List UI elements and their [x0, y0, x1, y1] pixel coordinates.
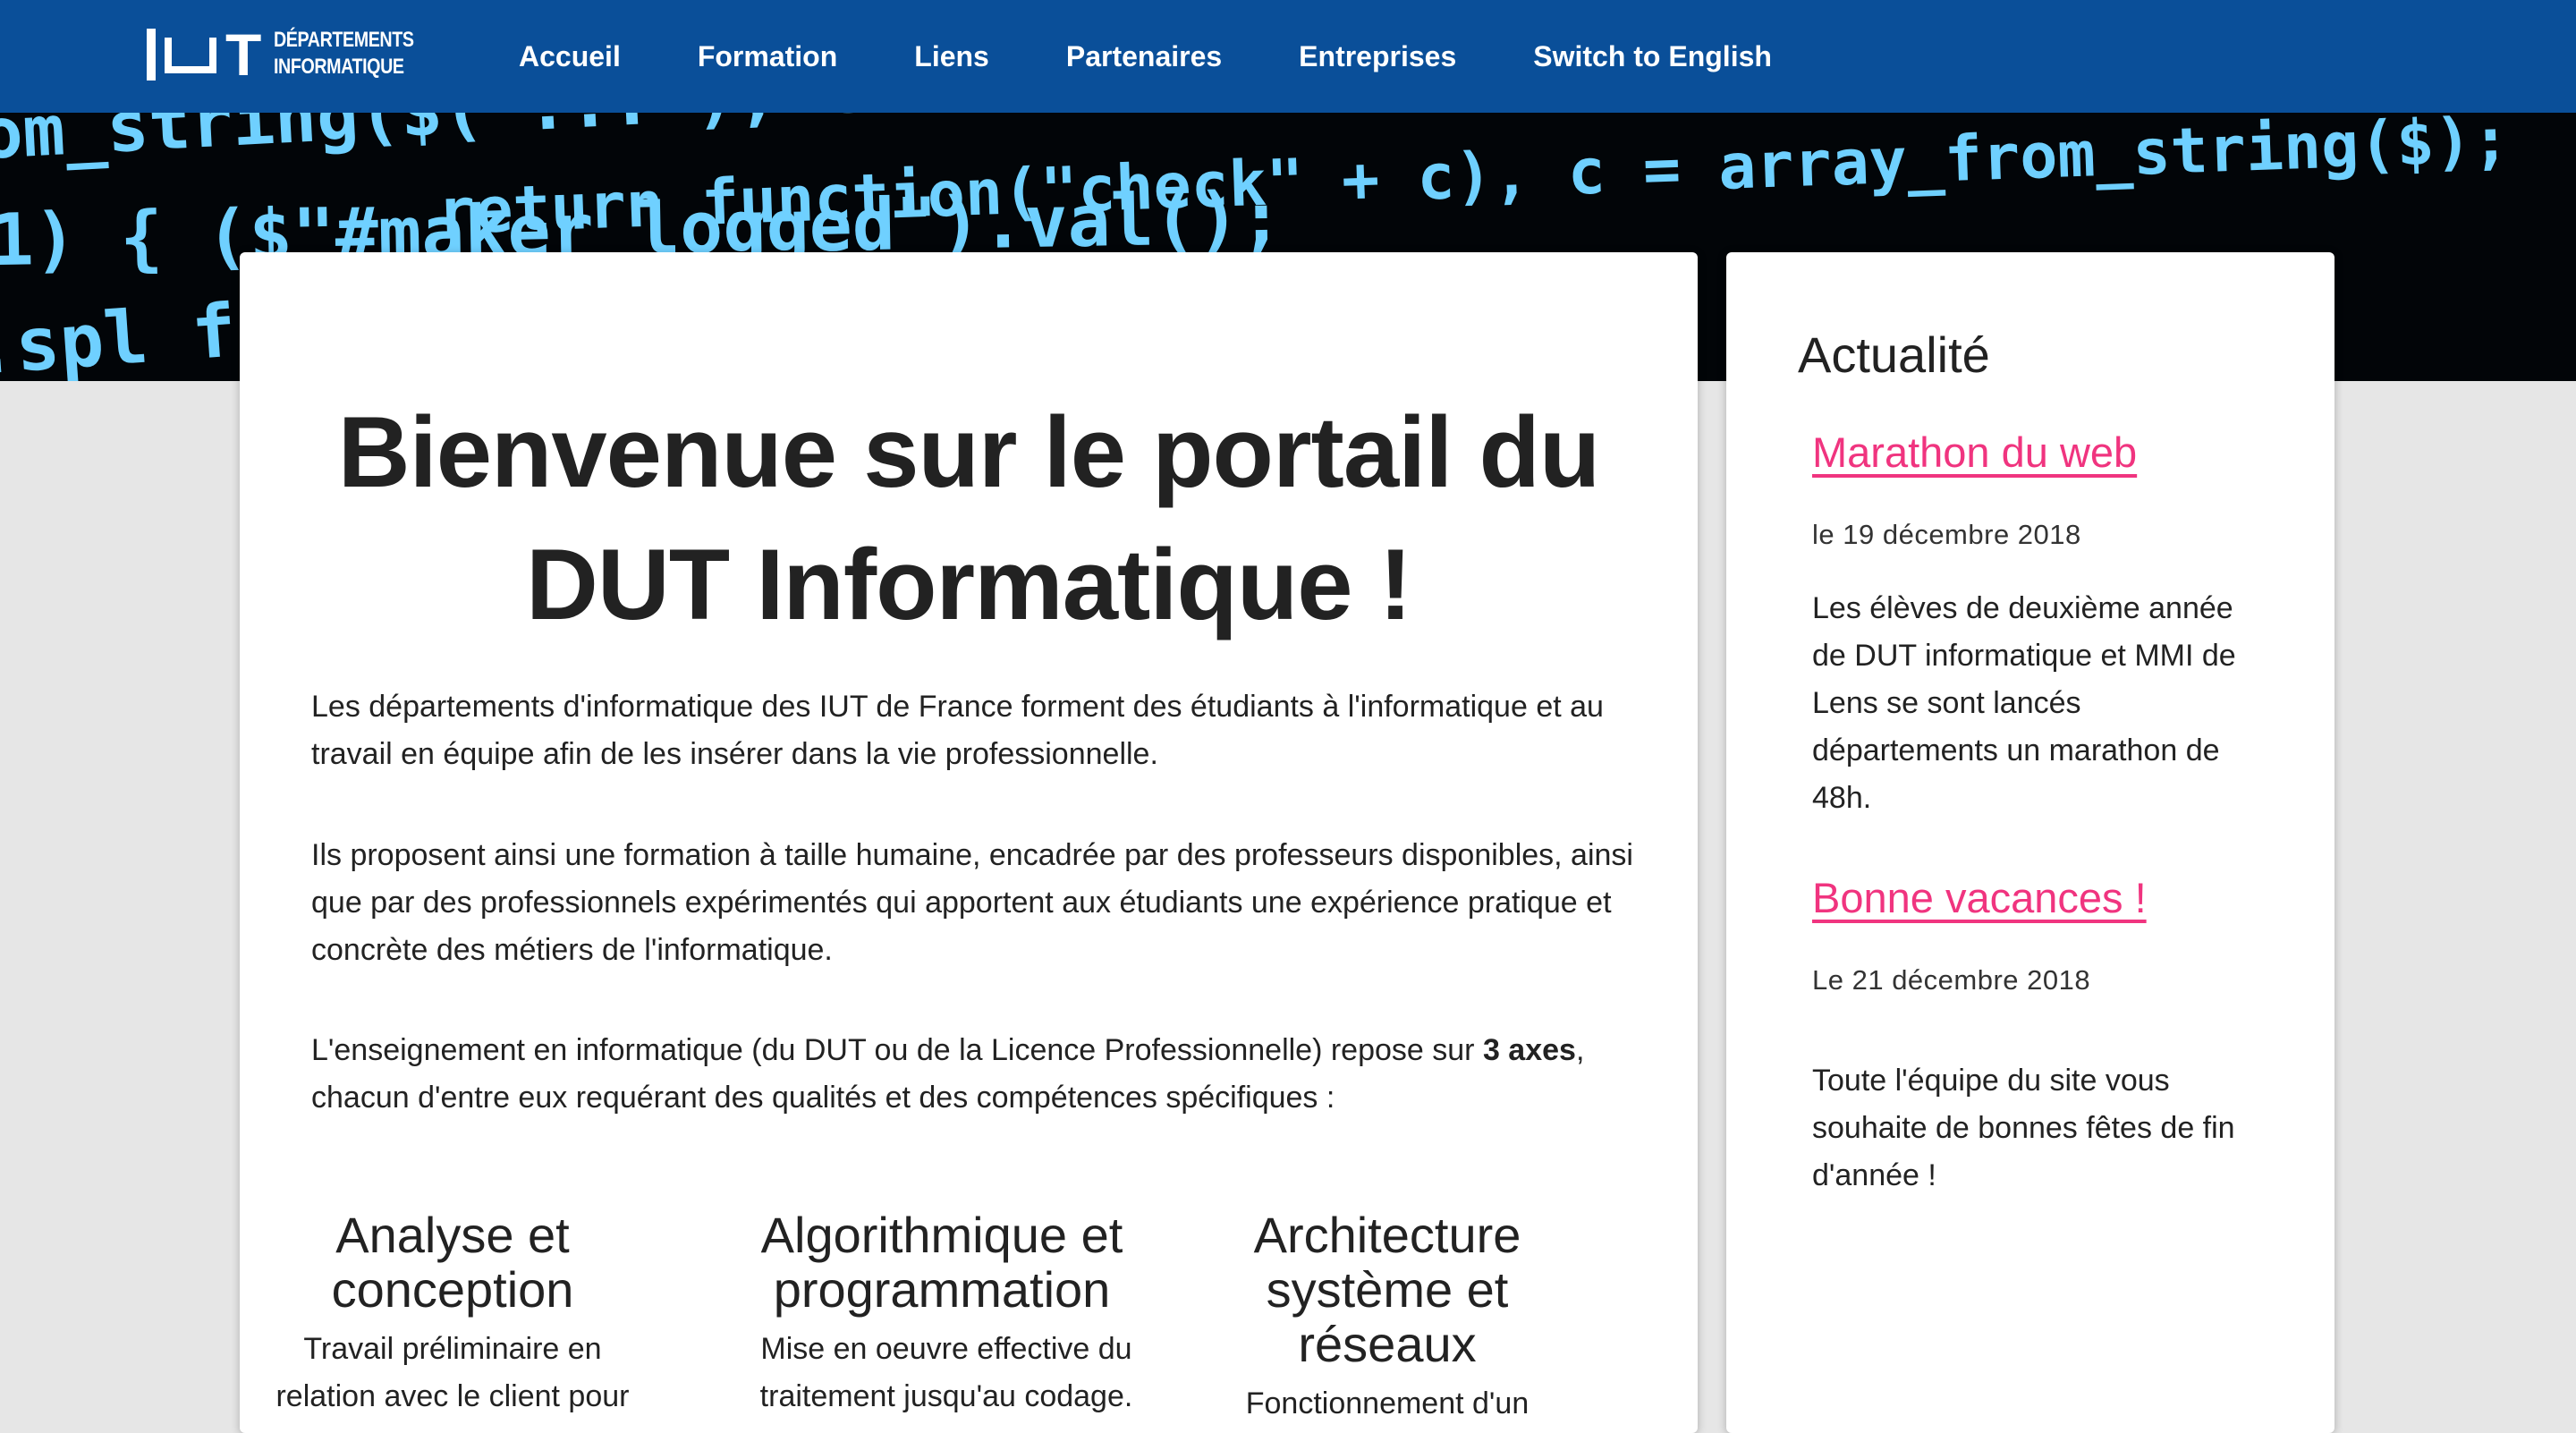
iut-logo[interactable]: T DÉPARTEMENTS INFORMATIQUE — [147, 21, 445, 86]
news-date: Le 21 décembre 2018 — [1812, 964, 2091, 996]
page-title-line-2: DUT Informatique ! — [526, 529, 1412, 640]
axis-text: Fonctionnement d'un — [1245, 1386, 1530, 1420]
intro-paragraph: Les départements d'informatique des IUT … — [311, 690, 1604, 771]
axes-count: 3 axes — [1482, 1033, 1576, 1067]
logo-mark-icon: T — [147, 21, 262, 88]
axis-title: Architecture système et réseaux — [1253, 1207, 1521, 1372]
news-text: Les élèves de deuxième année de DUT info… — [1812, 591, 2236, 815]
main-content-card: Bienvenue sur le portail du DUT Informat… — [240, 252, 1698, 1433]
news-sidebar: Actualité Marathon du web le 19 décembre… — [1726, 252, 2334, 1433]
axis-algorithmique: Algorithmique et programmation Mise en o… — [745, 1208, 1139, 1420]
logo-line-1: DÉPARTEMENTS — [274, 28, 414, 52]
axis-title: Analyse et conception — [331, 1207, 574, 1318]
logo-text: DÉPARTEMENTS INFORMATIQUE — [274, 27, 414, 81]
axis-text: Travail préliminaire en relation avec le… — [275, 1332, 630, 1413]
nav-menu: Accueil Formation Liens Partenaires Entr… — [519, 0, 1849, 113]
sidebar-title: Actualité — [1798, 326, 1990, 383]
axis-title: Algorithmique et programmation — [760, 1207, 1123, 1318]
news-link-marathon[interactable]: Marathon du web — [1812, 426, 2137, 479]
nav-item-partenaires[interactable]: Partenaires — [1066, 40, 1222, 73]
page-title: Bienvenue sur le portail du DUT Informat… — [240, 386, 1698, 651]
logo-line-2: INFORMATIQUE — [274, 55, 404, 79]
news-text: Toute l'équipe du site vous souhaite de … — [1812, 1064, 2235, 1192]
nav-item-switch-english[interactable]: Switch to English — [1533, 40, 1772, 73]
logo-letter: T — [225, 21, 262, 88]
axes-paragraph-start: L'enseignement en informatique (du DUT o… — [311, 1033, 1483, 1067]
axis-text: Mise en oeuvre effective du traitement j… — [759, 1332, 1133, 1413]
nav-item-entreprises[interactable]: Entreprises — [1299, 40, 1456, 73]
formation-paragraph: Ils proposent ainsi une formation à tail… — [311, 838, 1633, 967]
news-date: le 19 décembre 2018 — [1812, 519, 2081, 550]
axis-analyse: Analyse et conception Travail préliminai… — [241, 1208, 665, 1420]
nav-item-liens[interactable]: Liens — [914, 40, 989, 73]
nav-item-accueil[interactable]: Accueil — [519, 40, 621, 73]
page-title-line-1: Bienvenue sur le portail du — [337, 396, 1601, 508]
nav-item-formation[interactable]: Formation — [698, 40, 837, 73]
axis-architecture: Architecture système et réseaux Fonction… — [1235, 1208, 1539, 1428]
axes-paragraph: L'enseignement en informatique (du DUT o… — [311, 1027, 1635, 1122]
top-navbar: T DÉPARTEMENTS INFORMATIQUE Accueil Form… — [0, 0, 2576, 113]
news-link-vacances[interactable]: Bonne vacances ! — [1812, 871, 2147, 925]
